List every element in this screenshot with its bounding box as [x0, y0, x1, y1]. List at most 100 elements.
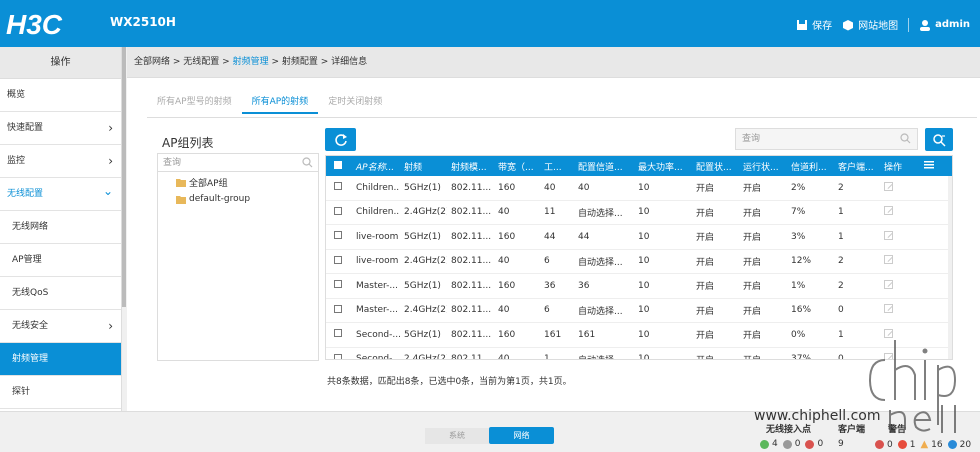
refresh-button[interactable] [325, 128, 356, 151]
sidebar-item-wireless-qos[interactable]: 无线QoS [0, 277, 121, 310]
tab-network[interactable]: 网络 [489, 427, 554, 444]
row-select-cell [326, 353, 352, 359]
advanced-search-button[interactable] [925, 128, 953, 151]
row-checkbox[interactable] [334, 353, 342, 359]
row-select-cell [326, 206, 352, 218]
radio-table: AP名称... 射频 射频模... 带宽（... 工... 配置信道... 最大… [325, 155, 953, 360]
sidebar-item-overview[interactable]: 概览 [0, 79, 121, 112]
chevron-right-icon: › [108, 154, 113, 168]
table-cell: 开启 [696, 208, 715, 219]
col-header[interactable]: 带宽（... [494, 160, 540, 173]
col-header[interactable]: 工... [540, 160, 574, 173]
row-select-cell [326, 182, 352, 193]
table-row[interactable]: live-room 2.4GHz(2) 802.11... 40 6 自动选择... 10 开… [326, 250, 952, 274]
folder-icon [176, 179, 186, 187]
breadcrumb-current: 详细信息 [331, 57, 368, 67]
table-row[interactable]: live-room 5GHz(1) 802.11... 160 44 44 10 开启 开启 3%… [326, 225, 952, 250]
sidebar-item-wireless-network[interactable]: 无线网络 [0, 211, 121, 244]
row-checkbox[interactable] [334, 182, 342, 191]
row-checkbox[interactable] [334, 255, 342, 264]
sidebar-item-quick-config[interactable]: 快速配置 › [0, 112, 121, 145]
tab-all-ap-models[interactable]: 所有AP型号的射频 [147, 92, 242, 114]
table-row[interactable]: Second-... 5GHz(1) 802.11... 160 161 161 10 开启 开… [326, 323, 952, 348]
table-cell: 10 [638, 182, 650, 193]
breadcrumb-item[interactable]: 全部网络 [134, 57, 170, 67]
table-cell: 1 [838, 207, 844, 218]
col-header[interactable]: AP名称... [352, 160, 400, 173]
sidebar-item-wireless-security[interactable]: 无线安全 › [0, 310, 121, 343]
user-menu[interactable]: admin [919, 19, 970, 31]
col-header[interactable]: 射频 [400, 160, 447, 173]
ap-group-search-input[interactable]: 查询 [158, 154, 318, 172]
table-header: AP名称... 射频 射频模... 带宽（... 工... 配置信道... 最大… [326, 156, 952, 176]
sidebar-item-radio-management[interactable]: 射频管理 [0, 343, 121, 376]
sidebar-item-probe[interactable]: 探针 [0, 376, 121, 409]
edit-icon[interactable] [884, 353, 893, 359]
col-header[interactable]: 最大功率... [634, 160, 692, 173]
edit-icon[interactable] [884, 304, 893, 314]
sidebar-item-ap-management[interactable]: AP管理 [0, 244, 121, 277]
fault-status-icon [805, 439, 815, 449]
table-cell: 10 [638, 207, 650, 218]
search-icon[interactable] [900, 133, 911, 144]
table-cell: 12% [791, 256, 812, 267]
major-alarm-icon [897, 440, 907, 449]
table-scrollbar[interactable] [948, 176, 952, 359]
edit-icon[interactable] [884, 328, 893, 338]
row-checkbox[interactable] [334, 231, 342, 240]
edit-icon[interactable] [884, 181, 893, 191]
sitemap-button[interactable]: 网站地图 [842, 17, 898, 32]
table-row[interactable]: Children... 2.4GHz(2) 802.11... 40 11 自动选择...… [326, 201, 952, 225]
col-header[interactable]: 信道利... [787, 160, 834, 173]
tab-all-ap-radios[interactable]: 所有AP的射频 [241, 92, 319, 114]
alarm-stats-label: 警告 [888, 425, 907, 435]
table-row[interactable]: Master-... 2.4GHz(2) 802.11... 40 6 自动选择... 10… [326, 299, 952, 323]
row-action-cell [880, 255, 920, 267]
table-cell: 2% [791, 182, 806, 193]
tree-item-all-ap-groups[interactable]: 全部AP组 [176, 176, 228, 189]
table-row[interactable]: Children... 5GHz(1) 802.11... 160 40 40 10 开启 开启… [326, 176, 952, 201]
ap-stats[interactable]: 4 0 0 [760, 439, 823, 449]
row-select-cell [326, 231, 352, 242]
select-all-checkbox[interactable] [334, 160, 342, 169]
sidebar-item-wireless-config[interactable]: 无线配置 ⌄ [0, 178, 121, 211]
table-cell: 开启 [696, 184, 715, 195]
user-icon [920, 19, 931, 31]
table-search-input[interactable]: 查询 [735, 128, 918, 150]
table-row[interactable]: Second-... 2.4GHz(2) 802.11... 40 1 自动选择... 10… [326, 348, 952, 359]
table-cell: 16% [791, 305, 812, 316]
client-stats[interactable]: 9 [838, 439, 844, 449]
edit-icon[interactable] [884, 206, 893, 216]
col-header[interactable]: 客户端... [834, 160, 880, 173]
save-button[interactable]: 保存 [796, 17, 832, 32]
breadcrumb-item[interactable]: 射频配置 [282, 57, 318, 67]
table-cell: 10 [638, 256, 650, 267]
row-action-cell [880, 279, 920, 292]
col-header[interactable]: 射频模... [447, 160, 494, 173]
row-checkbox[interactable] [334, 304, 342, 313]
table-row[interactable]: Master-... 5GHz(1) 802.11... 160 36 36 10 开启 开启 1… [326, 274, 952, 299]
search-icon[interactable] [302, 157, 313, 168]
edit-icon[interactable] [884, 279, 893, 289]
alarm-stats[interactable]: 0 1 ▲ 16 20 [875, 439, 971, 450]
column-menu-icon[interactable] [924, 160, 934, 169]
col-header[interactable]: 配置状... [692, 160, 739, 173]
row-checkbox[interactable] [334, 206, 342, 215]
breadcrumb-item[interactable]: 无线配置 [183, 57, 219, 67]
sidebar-item-label: 无线网络 [12, 222, 49, 232]
client-count: 9 [838, 439, 844, 449]
sidebar-item-monitor[interactable]: 监控 › [0, 145, 121, 178]
edit-icon[interactable] [884, 230, 893, 240]
col-header[interactable]: 配置信道... [574, 160, 634, 173]
tab-scheduled-radio-off[interactable]: 定时关闭射频 [318, 92, 392, 114]
breadcrumb-item[interactable]: 射频管理 [233, 57, 269, 67]
row-checkbox[interactable] [334, 280, 342, 289]
tab-system[interactable]: 系统 [425, 428, 489, 444]
row-checkbox[interactable] [334, 329, 342, 338]
tree-item-default-group[interactable]: default-group [176, 194, 250, 204]
col-header[interactable]: 运行状... [739, 160, 787, 173]
sidebar-item-label: 概览 [7, 90, 26, 100]
edit-icon[interactable] [884, 255, 893, 265]
table-cell: 1 [838, 231, 844, 242]
sidebar-scrollbar[interactable] [122, 47, 126, 307]
